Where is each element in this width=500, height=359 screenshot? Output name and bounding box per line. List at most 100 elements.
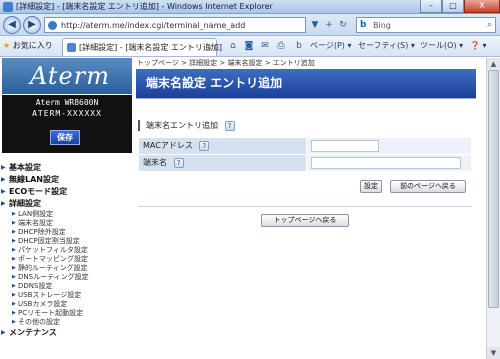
menu-item[interactable]: ▶ 静的ルーティング設定 — [0, 264, 134, 273]
back-button[interactable]: ◀ — [3, 16, 21, 34]
menu-item[interactable]: ▶ その他の設定 — [0, 318, 134, 327]
menu-category[interactable]: ▶ メンテナンス — [0, 327, 134, 339]
minimize-button[interactable]: – — [420, 0, 442, 13]
terminal-name-label: 端末名 — [143, 158, 167, 167]
menu-item[interactable]: ▶ USBカメラ設定 — [0, 300, 134, 309]
page-menu[interactable]: ページ(P) ▾ — [310, 40, 351, 52]
help-icon[interactable]: ? — [173, 157, 184, 168]
menu-category[interactable]: ▶ 詳細設定 — [0, 198, 134, 210]
refresh-icon[interactable]: ↻ — [336, 18, 350, 32]
menu-item[interactable]: ▶ DNSルーティング設定 — [0, 273, 134, 282]
menu-item-arrow-icon: ▶ — [12, 310, 16, 316]
menu-item[interactable]: ▶ USBストレージ設定 — [0, 291, 134, 300]
menu-item-arrow-icon: ▶ — [12, 211, 16, 217]
form-row-name: 端末名 ? — [138, 154, 472, 172]
menu-item-label: 端末名設定 — [18, 219, 53, 227]
command-bar: ★ お気に入り [詳細設定] - [端末名設定 エントリ追加] × ⌂ ◙ ✉ … — [0, 36, 500, 57]
help-menu[interactable]: ❓ ▾ — [470, 40, 487, 52]
menu-item[interactable]: ▶ LAN側設定 — [0, 210, 134, 219]
menu-category[interactable]: ▶ 基本設定 — [0, 162, 134, 174]
scroll-up-icon[interactable]: ▲ — [487, 58, 500, 70]
menu-category-label: ECOモード設定 — [9, 187, 68, 196]
menu-item-arrow-icon: ▶ — [12, 301, 16, 307]
set-button[interactable]: 設定 — [360, 180, 382, 193]
tab-favicon-icon — [67, 43, 76, 52]
menu-category-label: 基本設定 — [9, 163, 41, 172]
help-icon[interactable]: ? — [199, 140, 210, 151]
menu-category-label: 詳細設定 — [9, 199, 41, 208]
menu-item[interactable]: ▶ パケットフィルタ設定 — [0, 246, 134, 255]
menu-category-label: 無線LAN設定 — [9, 175, 59, 184]
menu-item[interactable]: ▶ DHCP固定割当設定 — [0, 237, 134, 246]
menu-category[interactable]: ▶ 無線LAN設定 — [0, 174, 134, 186]
forward-button[interactable]: ▶ — [23, 16, 41, 34]
menu-arrow-icon: ▶ — [1, 164, 6, 171]
menu-category[interactable]: ▶ ECOモード設定 — [0, 186, 134, 198]
search-icon[interactable]: ⌕ — [487, 20, 492, 31]
feeds-icon[interactable]: ◙ — [242, 40, 256, 52]
tab-title: [詳細設定] - [端末名設定 エントリ追加] — [79, 43, 222, 52]
menu-item[interactable]: ▶ DDNS設定 — [0, 282, 134, 291]
favorites-button[interactable]: ★ お気に入り — [3, 40, 53, 52]
menu-item[interactable]: ▶ ポートマッピング設定 — [0, 255, 134, 264]
model-name: Aterm WR8600N — [35, 98, 99, 107]
help-icon[interactable]: ? — [224, 120, 235, 131]
bing-toolbar-icon[interactable]: b — [292, 40, 306, 52]
menu-item-label: USBストレージ設定 — [18, 291, 82, 299]
model-info: Aterm WR8600N ATERM-XXXXXX — [2, 95, 132, 123]
bing-icon: b — [360, 20, 367, 30]
print-icon[interactable]: ⎙ — [274, 40, 288, 52]
save-button[interactable]: 保存 — [50, 130, 80, 145]
tools-menu[interactable]: ツール(O) ▾ — [420, 40, 463, 52]
main-content: トップページ > 詳細設定 > 端末名設定 > エントリ追加 端末名設定 エント… — [134, 58, 486, 359]
address-url[interactable]: http://aterm.me/index.cgi/terminal_name_… — [61, 20, 245, 31]
mac-label: MACアドレス — [143, 141, 193, 150]
terminal-name-input[interactable] — [311, 156, 461, 169]
menu-item-label: ポートマッピング設定 — [18, 255, 88, 263]
back-page-button[interactable]: 前のページへ戻る — [390, 180, 466, 193]
tab-close-icon[interactable]: × — [206, 42, 213, 53]
browser-tab[interactable]: [詳細設定] - [端末名設定 エントリ追加] × — [62, 38, 222, 56]
menu-item-arrow-icon: ▶ — [12, 319, 16, 325]
scrollbar-thumb[interactable] — [488, 70, 499, 308]
aterm-logo: Aterm — [2, 58, 132, 94]
mac-value-cell — [306, 137, 472, 155]
mac-address-input[interactable] — [311, 139, 379, 152]
address-bar[interactable]: http://aterm.me/index.cgi/terminal_name_… — [44, 17, 306, 33]
menu-item-arrow-icon: ▶ — [12, 247, 16, 253]
menu-item-arrow-icon: ▶ — [12, 256, 16, 262]
menu-item[interactable]: ▶ PCリモート起動設定 — [0, 309, 134, 318]
page-favicon-icon — [48, 21, 57, 30]
sidebar: Aterm Aterm WR8600N ATERM-XXXXXX 保存 ▶ 基本設… — [0, 58, 134, 359]
menu-item-arrow-icon: ▶ — [12, 238, 16, 244]
menu-item[interactable]: ▶ DHCP除外設定 — [0, 228, 134, 237]
home-icon[interactable]: ⌂ — [226, 40, 240, 52]
menu-arrow-icon: ▶ — [1, 176, 6, 183]
navigation-bar: ◀ ▶ http://aterm.me/index.cgi/terminal_n… — [0, 14, 500, 36]
address-dropdown-icon[interactable]: ▼ — [308, 18, 322, 32]
entry-form: MACアドレス ? 端末名 ? — [138, 137, 472, 172]
menu-arrow-icon: ▶ — [1, 200, 6, 207]
menu-item-arrow-icon: ▶ — [12, 292, 16, 298]
menu-arrow-icon: ▶ — [1, 188, 6, 195]
menu-item-label: パケットフィルタ設定 — [18, 246, 88, 254]
compat-view-icon[interactable]: + — [322, 18, 336, 32]
top-page-button[interactable]: トップページへ戻る — [261, 214, 349, 227]
vertical-scrollbar[interactable]: ▲ ▼ — [486, 58, 500, 359]
safety-menu[interactable]: セーフティ(S) ▾ — [358, 40, 415, 52]
menu-item[interactable]: ▶ 端末名設定 — [0, 219, 134, 228]
menu-item-arrow-icon: ▶ — [12, 229, 16, 235]
close-button[interactable]: X — [464, 0, 500, 13]
menu-arrow-icon: ▶ — [1, 329, 6, 336]
star-icon: ★ — [3, 41, 11, 50]
breadcrumb: トップページ > 詳細設定 > 端末名設定 > エントリ追加 — [137, 59, 315, 67]
title-bar: [詳細設定] - [端末名設定 エントリ追加] - Windows Intern… — [0, 0, 500, 14]
search-box[interactable]: b Bing ⌕ — [356, 17, 496, 33]
scroll-down-icon[interactable]: ▼ — [487, 347, 500, 359]
title-divider — [136, 98, 476, 99]
maximize-button[interactable]: □ — [442, 0, 464, 13]
mail-icon[interactable]: ✉ — [258, 40, 272, 52]
search-input[interactable]: Bing — [373, 20, 391, 31]
name-value-cell — [306, 154, 472, 172]
favorites-label: お気に入り — [12, 41, 53, 50]
